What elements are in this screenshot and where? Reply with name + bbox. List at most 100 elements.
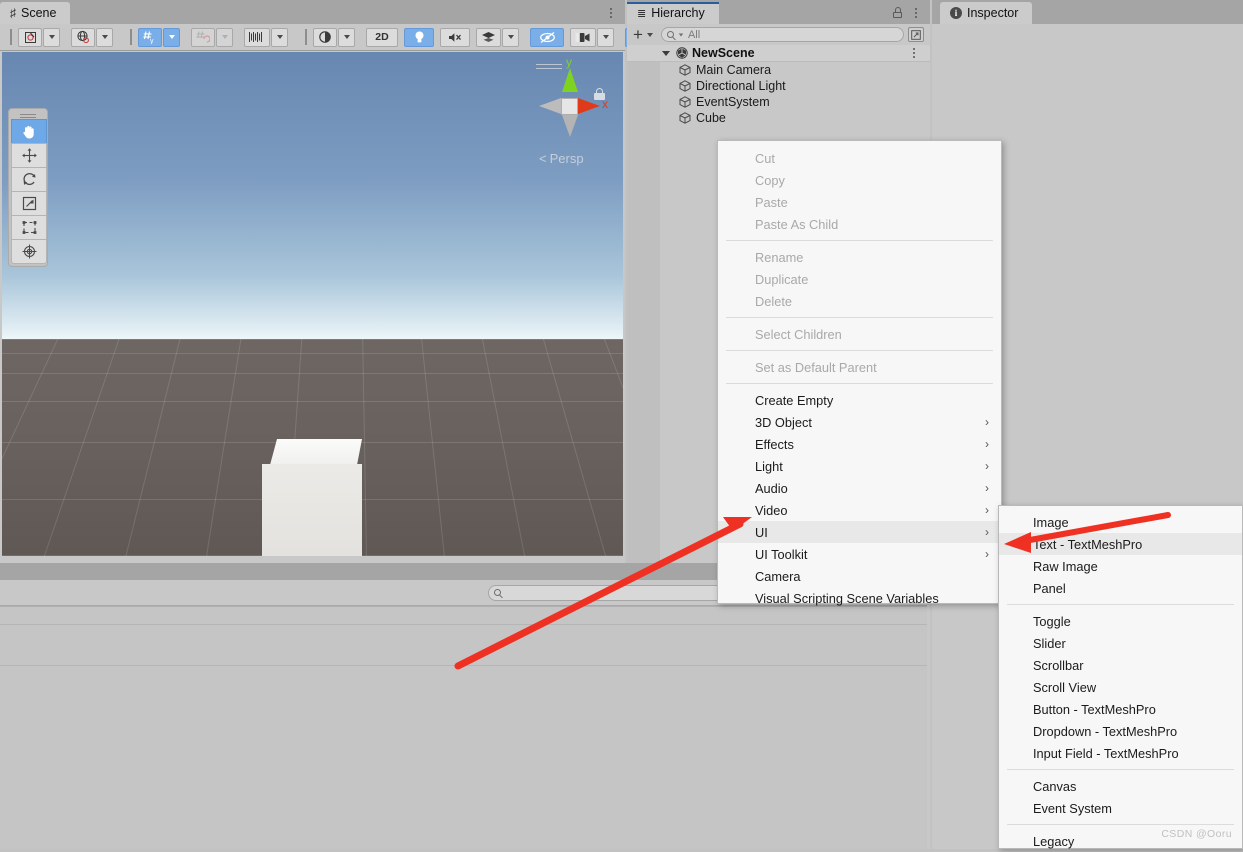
menu-item-scrollbar[interactable]: Scrollbar xyxy=(999,654,1242,676)
menu-item-paste: Paste xyxy=(718,191,1001,213)
menu-item-visual-scripting-scene-variables[interactable]: Visual Scripting Scene Variables xyxy=(718,587,1001,609)
scene-audio-button[interactable] xyxy=(440,27,470,47)
search-icon xyxy=(666,31,674,38)
toolbar-divider xyxy=(10,29,12,45)
gizmo-drag-handle[interactable] xyxy=(536,64,562,72)
cube-object[interactable] xyxy=(262,439,362,556)
menu-item-camera[interactable]: Camera xyxy=(718,565,1001,587)
gizmo-projection-toggle[interactable]: < Persp xyxy=(539,151,584,166)
grid-visibility-button[interactable] xyxy=(244,27,270,47)
hierarchy-scene-row[interactable]: NewScene xyxy=(627,45,930,62)
tab-inspector[interactable]: i Inspector xyxy=(940,2,1033,24)
chevron-down-icon[interactable] xyxy=(662,50,670,56)
hierarchy-item-directional-light[interactable]: Directional Light xyxy=(627,78,930,94)
pivot-dropdown-arrow[interactable] xyxy=(43,27,60,47)
hierarchy-expand-button[interactable] xyxy=(908,27,924,42)
scene-tabstrip: ♯ Scene xyxy=(0,0,625,24)
add-object-dropdown-arrow[interactable] xyxy=(646,32,653,37)
menu-item-create-empty[interactable]: Create Empty xyxy=(718,389,1001,411)
menu-item-input-field-textmeshpro[interactable]: Input Field - TextMeshPro xyxy=(999,742,1242,764)
grid-snapping-button[interactable]: y xyxy=(138,27,162,47)
scene-camera-dropdown-arrow[interactable] xyxy=(597,27,614,47)
shading-mode-dropdown-arrow[interactable] xyxy=(338,27,355,47)
menu-item-video[interactable]: Video › xyxy=(718,499,1001,521)
grid-snapping-dropdown-arrow[interactable] xyxy=(163,27,180,47)
menu-item-duplicate: Duplicate xyxy=(718,268,1001,290)
menu-item-toggle[interactable]: Toggle xyxy=(999,610,1242,632)
2d-toggle-button[interactable]: 2D xyxy=(366,27,398,47)
menu-item-label: Text - TextMeshPro xyxy=(1033,536,1143,552)
global-local-dropdown-arrow[interactable] xyxy=(96,27,113,47)
gizmo-negx-axis-cone[interactable] xyxy=(539,98,561,114)
menu-item-light[interactable]: Light › xyxy=(718,455,1001,477)
lock-icon[interactable] xyxy=(892,7,904,19)
rect-transform-tool-button[interactable] xyxy=(11,215,47,240)
menu-item-audio[interactable]: Audio › xyxy=(718,477,1001,499)
effects-dropdown-arrow[interactable] xyxy=(502,27,519,47)
scale-tool-button[interactable] xyxy=(11,191,47,216)
hidden-objects-button[interactable] xyxy=(530,27,564,47)
hierarchy-search-text: All xyxy=(687,28,701,41)
gizmo-x-axis-cone[interactable] xyxy=(578,98,600,114)
menu-item-label: Cut xyxy=(755,150,775,166)
rotate-tool-button[interactable] xyxy=(11,167,47,192)
menu-item-canvas[interactable]: Canvas xyxy=(999,775,1242,797)
menu-item-select-children: Select Children xyxy=(718,323,1001,345)
hierarchy-item-main-camera[interactable]: Main Camera xyxy=(627,62,930,78)
menu-item-label: Effects xyxy=(755,436,794,452)
menu-item-raw-image[interactable]: Raw Image xyxy=(999,555,1242,577)
menu-item-scroll-view[interactable]: Scroll View xyxy=(999,676,1242,698)
menu-item-dropdown-textmeshpro[interactable]: Dropdown - TextMeshPro xyxy=(999,720,1242,742)
menu-item-ui[interactable]: UI › xyxy=(718,521,1001,543)
scene-panel-menu-icon[interactable] xyxy=(605,2,617,24)
pivot-toggle-button[interactable] xyxy=(18,27,42,47)
scene-lighting-button[interactable] xyxy=(404,27,434,47)
global-local-toggle-button[interactable] xyxy=(71,27,95,47)
gizmo-negy-axis-cone[interactable] xyxy=(562,115,578,137)
info-icon: i xyxy=(950,7,962,19)
menu-item-label: Rename xyxy=(755,249,804,265)
scene-view-gizmo[interactable]: y x < Persp xyxy=(521,55,617,171)
grid-visibility-dropdown-arrow[interactable] xyxy=(271,27,288,47)
menu-item-image[interactable]: Image xyxy=(999,511,1242,533)
hierarchy-search-input[interactable]: All xyxy=(660,27,904,42)
hierarchy-item-cube[interactable]: Cube xyxy=(627,110,930,126)
menu-item-text-textmeshpro[interactable]: Text - TextMeshPro xyxy=(999,533,1242,555)
hand-tool-button[interactable] xyxy=(11,119,47,144)
shading-mode-button[interactable] xyxy=(313,27,337,47)
scene-toolbar: y 2D xyxy=(0,24,669,51)
menu-item-event-system[interactable]: Event System xyxy=(999,797,1242,819)
menu-item-button-textmeshpro[interactable]: Button - TextMeshPro xyxy=(999,698,1242,720)
menu-item-label: Panel xyxy=(1033,580,1066,596)
scene-camera-button[interactable] xyxy=(570,27,596,47)
effects-button[interactable] xyxy=(476,27,501,47)
menu-item-effects[interactable]: Effects › xyxy=(718,433,1001,455)
tab-scene[interactable]: ♯ Scene xyxy=(0,2,71,24)
menu-item-label: Light xyxy=(755,458,783,474)
hierarchy-item-eventsystem[interactable]: EventSystem xyxy=(627,94,930,110)
menu-item-3d-object[interactable]: 3D Object › xyxy=(718,411,1001,433)
menu-item-label: UI xyxy=(755,524,768,540)
transform-tool-button[interactable] xyxy=(11,239,47,264)
menu-item-cut: Cut xyxy=(718,147,1001,169)
menu-item-ui-toolkit[interactable]: UI Toolkit › xyxy=(718,543,1001,565)
add-object-button[interactable]: + xyxy=(633,26,643,43)
vertex-snapping-dropdown-arrow[interactable] xyxy=(216,27,233,47)
grid-hash-icon: ♯ xyxy=(10,6,16,20)
scene-viewport[interactable]: y x < Persp xyxy=(2,52,623,556)
menu-item-panel[interactable]: Panel xyxy=(999,577,1242,599)
scene-panel: ♯ Scene y 2D y x < Persp xyxy=(0,0,669,563)
gameobject-icon xyxy=(679,112,691,124)
project-content-area[interactable] xyxy=(0,606,927,849)
tab-hierarchy[interactable]: ≣ Hierarchy xyxy=(627,2,719,24)
vertex-snapping-button[interactable] xyxy=(191,27,215,47)
hierarchy-item-label: Main Camera xyxy=(696,63,772,77)
chevron-right-icon: › xyxy=(985,547,989,561)
menu-item-label: Select Children xyxy=(755,326,842,342)
move-tool-button[interactable] xyxy=(11,143,47,168)
hierarchy-scene-menu-icon[interactable] xyxy=(908,45,920,62)
gizmo-center-cube[interactable] xyxy=(561,98,578,115)
menu-item-slider[interactable]: Slider xyxy=(999,632,1242,654)
hierarchy-panel-menu-icon[interactable] xyxy=(910,2,922,24)
gizmo-y-axis-cone[interactable] xyxy=(562,68,578,92)
